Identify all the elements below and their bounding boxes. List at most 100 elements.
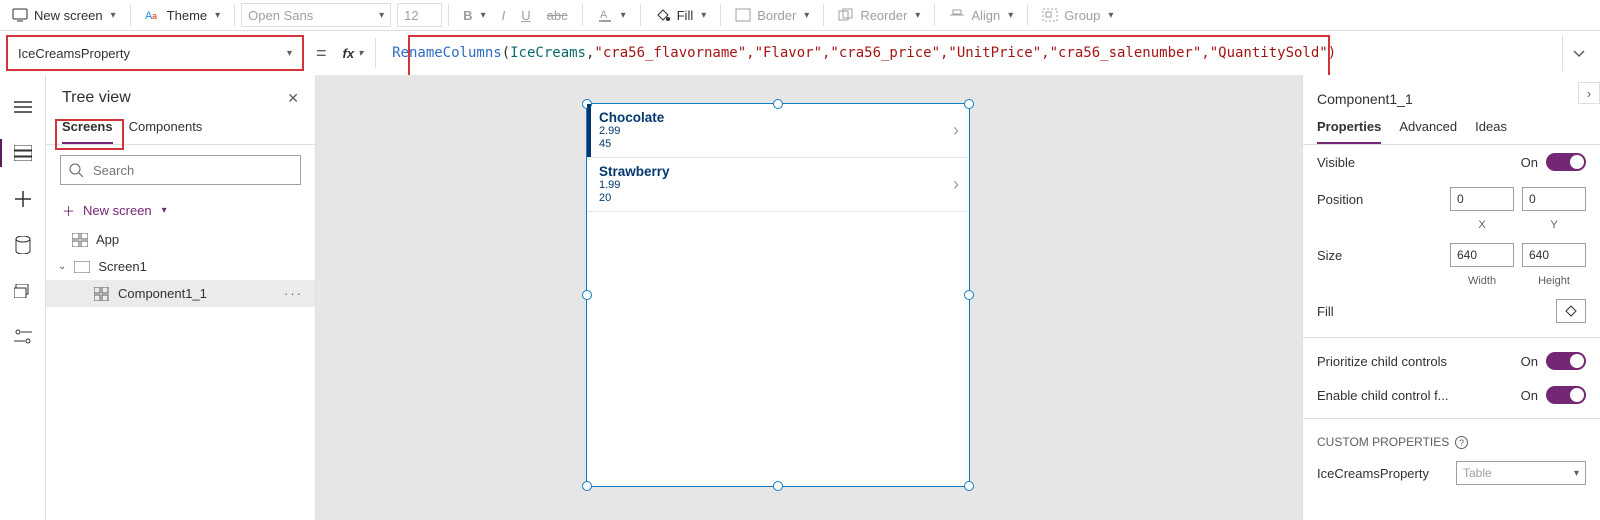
expand-formula-button[interactable] bbox=[1562, 35, 1594, 71]
property-value: IceCreamsProperty bbox=[18, 46, 130, 61]
width-input[interactable]: 640 bbox=[1450, 243, 1514, 267]
italic-button[interactable]: I bbox=[494, 1, 514, 29]
search-icon bbox=[69, 163, 83, 177]
group-button[interactable]: Group ▾ bbox=[1034, 1, 1121, 29]
prop-position: Position 0 0 bbox=[1303, 179, 1600, 219]
prop-label: Enable child control f... bbox=[1317, 388, 1449, 403]
font-color-button[interactable]: A ▾ bbox=[589, 1, 634, 29]
info-icon[interactable]: ? bbox=[1455, 436, 1468, 449]
tree-item-component[interactable]: Component1_1 ··· bbox=[46, 280, 315, 307]
tree-tabs: Screens Components bbox=[46, 115, 315, 145]
close-icon[interactable]: ✕ bbox=[287, 90, 299, 107]
border-label: Border bbox=[757, 8, 796, 23]
height-input[interactable]: 640 bbox=[1522, 243, 1586, 267]
gallery: Chocolate 2.99 45 › Strawberry 1.99 20 › bbox=[587, 104, 969, 212]
pos-y-input[interactable]: 0 bbox=[1522, 187, 1586, 211]
equals-sign: = bbox=[312, 43, 331, 64]
insert-icon[interactable] bbox=[13, 189, 33, 209]
screen-icon bbox=[12, 7, 28, 23]
theme-icon: Aa bbox=[145, 7, 161, 23]
fill-button[interactable]: Fill ▾ bbox=[647, 1, 715, 29]
tree-view-icon[interactable] bbox=[13, 143, 33, 163]
scroll-right-button[interactable]: › bbox=[1578, 82, 1600, 104]
toggle-label: On bbox=[1521, 388, 1538, 403]
chevron-right-icon[interactable]: › bbox=[953, 120, 959, 141]
fill-color-button[interactable] bbox=[1556, 299, 1586, 323]
reorder-button[interactable]: Reorder ▾ bbox=[830, 1, 928, 29]
group-icon bbox=[1042, 7, 1058, 23]
tab-advanced[interactable]: Advanced bbox=[1399, 113, 1457, 144]
fill-icon bbox=[655, 7, 671, 23]
chevron-right-icon[interactable]: › bbox=[953, 174, 959, 195]
new-screen-button[interactable]: New screen ▾ bbox=[4, 1, 124, 29]
prop-prioritize: Prioritize child controls On bbox=[1303, 344, 1600, 378]
data-icon[interactable] bbox=[13, 235, 33, 255]
tab-screens[interactable]: Screens bbox=[62, 115, 113, 144]
new-screen-link[interactable]: ＋ New screen ▾ bbox=[46, 195, 315, 226]
chevron-down-icon: ▾ bbox=[1574, 468, 1579, 479]
tab-ideas[interactable]: Ideas bbox=[1475, 113, 1507, 144]
svg-text:A: A bbox=[600, 9, 608, 21]
formula-fn: RenameColumns bbox=[392, 45, 502, 61]
prop-size: Size 640 640 bbox=[1303, 235, 1600, 275]
tree-label: Screen1 bbox=[98, 259, 146, 274]
svg-text:a: a bbox=[152, 11, 157, 21]
gallery-row[interactable]: Strawberry 1.99 20 › bbox=[587, 158, 969, 212]
font-select[interactable]: Open Sans ▾ bbox=[241, 3, 391, 27]
formula-bar: IceCreamsProperty ▾ = fx ▾ RenameColumns… bbox=[0, 31, 1600, 75]
component-on-canvas[interactable]: Chocolate 2.99 45 › Strawberry 1.99 20 › bbox=[586, 103, 970, 487]
tree-item-screen1[interactable]: ⌄ Screen1 bbox=[46, 253, 315, 280]
prop-enable-child: Enable child control f... On bbox=[1303, 378, 1600, 412]
properties-pane: Component1_1 Properties Advanced Ideas V… bbox=[1302, 75, 1600, 520]
width-label: Width bbox=[1450, 275, 1514, 287]
more-icon[interactable]: ··· bbox=[284, 286, 303, 301]
custom-prop-type[interactable]: Table ▾ bbox=[1456, 461, 1586, 485]
bold-button[interactable]: B▾ bbox=[455, 1, 493, 29]
group-label: Group bbox=[1064, 8, 1100, 23]
property-selector[interactable]: IceCreamsProperty ▾ bbox=[6, 35, 304, 71]
tree-search[interactable] bbox=[60, 155, 301, 185]
theme-label: Theme bbox=[167, 8, 207, 23]
row-accent-bar bbox=[587, 104, 591, 157]
prioritize-toggle[interactable] bbox=[1546, 352, 1586, 370]
media-icon[interactable] bbox=[13, 281, 33, 301]
align-icon bbox=[949, 7, 965, 23]
prop-fill: Fill bbox=[1303, 291, 1600, 331]
x-label: X bbox=[1450, 219, 1514, 231]
new-screen-label: New screen bbox=[83, 203, 152, 218]
border-button[interactable]: Border ▾ bbox=[727, 1, 817, 29]
row-qty: 45 bbox=[599, 138, 953, 151]
hamburger-icon[interactable] bbox=[13, 97, 33, 117]
left-rail bbox=[0, 75, 46, 520]
tab-components[interactable]: Components bbox=[129, 115, 203, 144]
plus-icon: ＋ bbox=[62, 201, 75, 220]
settings-icon[interactable] bbox=[13, 327, 33, 347]
canvas[interactable]: Chocolate 2.99 45 › Strawberry 1.99 20 › bbox=[316, 75, 1302, 520]
strike-button[interactable]: abc bbox=[539, 1, 576, 29]
prop-label: Prioritize child controls bbox=[1317, 354, 1447, 369]
pos-x-input[interactable]: 0 bbox=[1450, 187, 1514, 211]
toggle-label: On bbox=[1521, 155, 1538, 170]
custom-prop-row: IceCreamsProperty Table ▾ bbox=[1303, 453, 1600, 493]
prop-visible: Visible On bbox=[1303, 145, 1600, 179]
chevron-down-icon: ▾ bbox=[287, 48, 292, 59]
font-size-input[interactable]: 12 bbox=[397, 3, 442, 27]
prop-label: Visible bbox=[1317, 155, 1355, 170]
formula-input[interactable]: RenameColumns(IceCreams,"cra56_flavornam… bbox=[384, 35, 1554, 71]
chevron-down-icon: ⌄ bbox=[58, 261, 66, 272]
tab-properties[interactable]: Properties bbox=[1317, 113, 1381, 144]
tree-item-app[interactable]: App bbox=[46, 226, 315, 253]
underline-button[interactable]: U bbox=[513, 1, 538, 29]
font-color-icon: A bbox=[597, 7, 613, 23]
app-icon bbox=[72, 233, 88, 247]
gallery-row[interactable]: Chocolate 2.99 45 › bbox=[587, 104, 969, 158]
enable-child-toggle[interactable] bbox=[1546, 386, 1586, 404]
fx-label: fx bbox=[343, 46, 355, 61]
fx-button[interactable]: fx ▾ bbox=[339, 46, 368, 61]
row-title: Chocolate bbox=[599, 110, 953, 125]
align-button[interactable]: Align ▾ bbox=[941, 1, 1021, 29]
visible-toggle[interactable] bbox=[1546, 153, 1586, 171]
search-input[interactable] bbox=[91, 162, 292, 179]
theme-button[interactable]: Aa Theme ▾ bbox=[137, 1, 229, 29]
chevron-down-icon: ▾ bbox=[111, 10, 116, 21]
